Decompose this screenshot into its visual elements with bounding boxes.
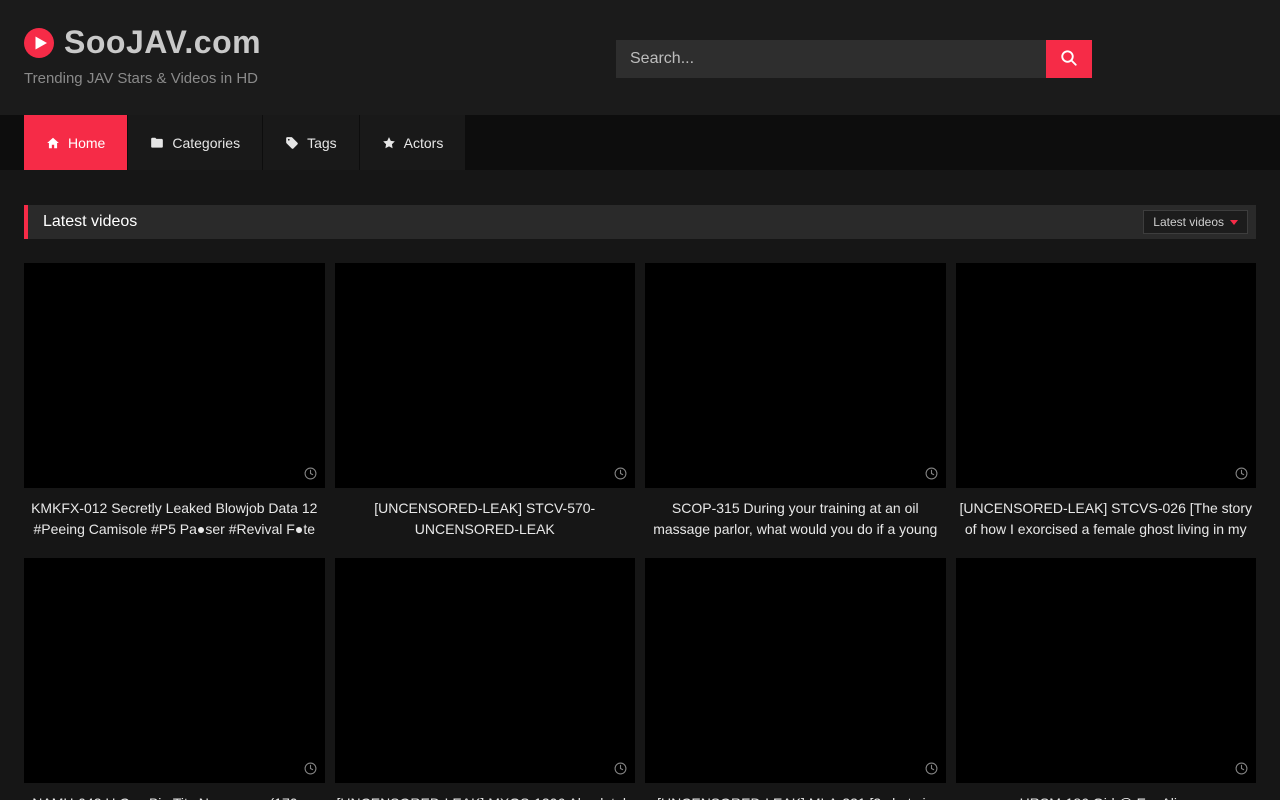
nav-label-tags: Tags <box>307 135 337 151</box>
brand-top: SooJAV.com <box>24 24 261 61</box>
site-header: SooJAV.com Trending JAV Stars & Videos i… <box>0 0 1280 115</box>
nav-item-actors[interactable]: Actors <box>360 115 467 170</box>
search-input[interactable] <box>616 40 1046 78</box>
video-card[interactable]: [UNCENSORED-LEAK] MXGS-1306 Absolutely <box>335 558 636 800</box>
video-card[interactable]: HRSM-186 Girl @ Era Alice <box>956 558 1257 800</box>
video-card[interactable]: NAMH-042 H Cup Big Tits Newcomer (170cm … <box>24 558 325 800</box>
video-thumbnail[interactable] <box>24 263 325 488</box>
video-grid: KMKFX-012 Secretly Leaked Blowjob Data 1… <box>0 263 1280 800</box>
search-button[interactable] <box>1046 40 1092 78</box>
video-title[interactable]: NAMH-042 H Cup Big Tits Newcomer (170cm … <box>24 793 325 800</box>
video-thumbnail[interactable] <box>956 263 1257 488</box>
video-card[interactable]: SCOP-315 During your training at an oil … <box>645 263 946 540</box>
site-tagline: Trending JAV Stars & Videos in HD <box>24 70 261 87</box>
play-logo-icon <box>24 28 54 58</box>
video-card[interactable]: [UNCENSORED-LEAK] STCV-570-UNCENSORED-LE… <box>335 263 636 540</box>
section-header: Latest videos Latest videos <box>24 205 1256 239</box>
video-title[interactable]: KMKFX-012 Secretly Leaked Blowjob Data 1… <box>24 498 325 540</box>
nav-item-tags[interactable]: Tags <box>263 115 360 170</box>
video-thumbnail[interactable] <box>335 558 636 783</box>
nav-label-actors: Actors <box>404 135 444 151</box>
clock-icon <box>925 762 938 775</box>
video-thumbnail[interactable] <box>956 558 1257 783</box>
video-title[interactable]: HRSM-186 Girl @ Era Alice <box>956 793 1257 800</box>
brand[interactable]: SooJAV.com Trending JAV Stars & Videos i… <box>24 24 261 87</box>
clock-icon <box>304 762 317 775</box>
clock-icon <box>1235 467 1248 480</box>
clock-icon <box>925 467 938 480</box>
tag-icon <box>285 136 299 150</box>
video-title[interactable]: [UNCENSORED-LEAK] MLA-231 [3 shots in <box>645 793 946 800</box>
clock-icon <box>1235 762 1248 775</box>
site-title[interactable]: SooJAV.com <box>64 24 261 61</box>
section-title: Latest videos <box>28 213 137 231</box>
star-icon <box>382 136 396 150</box>
nav-label-home: Home <box>68 135 105 151</box>
video-thumbnail[interactable] <box>335 263 636 488</box>
clock-icon <box>614 467 627 480</box>
video-thumbnail[interactable] <box>645 558 946 783</box>
video-thumbnail[interactable] <box>24 558 325 783</box>
clock-icon <box>614 762 627 775</box>
video-title[interactable]: [UNCENSORED-LEAK] STCV-570-UNCENSORED-LE… <box>335 498 636 540</box>
clock-icon <box>304 467 317 480</box>
sort-dropdown[interactable]: Latest videos <box>1143 210 1248 234</box>
video-card[interactable]: [UNCENSORED-LEAK] STCVS-026 [The story o… <box>956 263 1257 540</box>
search-form <box>616 40 1092 78</box>
search-icon <box>1060 49 1078 70</box>
video-title[interactable]: [UNCENSORED-LEAK] MXGS-1306 Absolutely <box>335 793 636 800</box>
sort-label: Latest videos <box>1153 215 1224 229</box>
nav-item-home[interactable]: Home <box>24 115 128 170</box>
folder-icon <box>150 136 164 150</box>
nav-label-categories: Categories <box>172 135 240 151</box>
video-card[interactable]: KMKFX-012 Secretly Leaked Blowjob Data 1… <box>24 263 325 540</box>
video-title[interactable]: [UNCENSORED-LEAK] STCVS-026 [The story o… <box>956 498 1257 540</box>
video-title[interactable]: SCOP-315 During your training at an oil … <box>645 498 946 540</box>
video-card[interactable]: [UNCENSORED-LEAK] MLA-231 [3 shots in <box>645 558 946 800</box>
nav-item-categories[interactable]: Categories <box>128 115 263 170</box>
main-nav: Home Categories Tags Actors <box>0 115 1280 170</box>
caret-down-icon <box>1230 220 1238 225</box>
home-icon <box>46 136 60 150</box>
video-thumbnail[interactable] <box>645 263 946 488</box>
